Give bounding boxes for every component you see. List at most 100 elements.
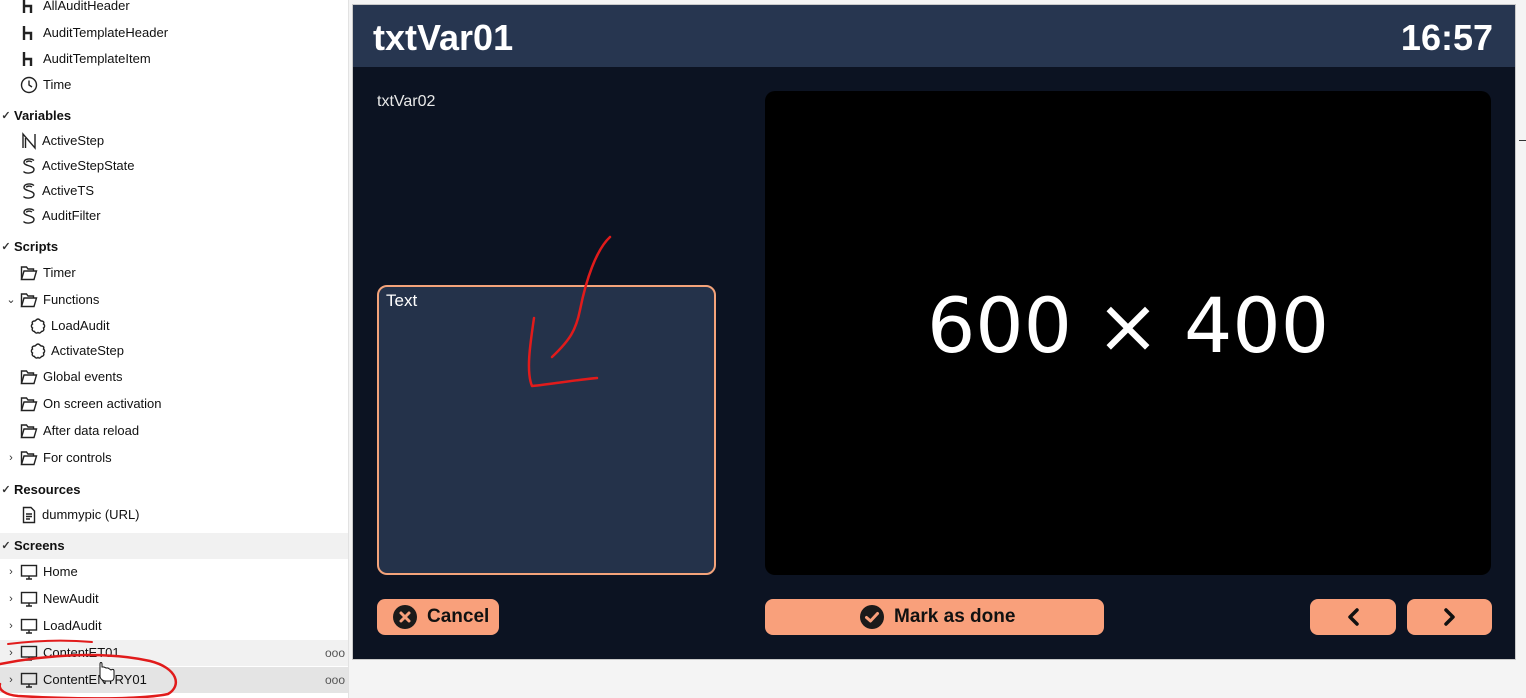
mark-as-done-label: Mark as done xyxy=(894,606,1016,627)
tree-item-screen-contententry01[interactable]: › ContentENTRY01 ooo xyxy=(0,667,348,693)
close-circle-icon xyxy=(393,605,417,629)
tree-item-label: Functions xyxy=(43,292,100,307)
tree-item-functions[interactable]: ⌄ Functions xyxy=(0,287,348,313)
tree-item-label: Home xyxy=(43,564,78,579)
tree-item-label: AllAuditHeader xyxy=(43,0,130,13)
section-variables[interactable]: ✓ Variables xyxy=(0,103,348,129)
tree-item-label: On screen activation xyxy=(43,396,162,411)
chevron-right-icon[interactable]: › xyxy=(5,586,17,612)
chevron-left-icon xyxy=(1348,608,1359,626)
h-icon xyxy=(20,0,38,15)
tree-item-screen-contentet01[interactable]: › ContentET01 ooo xyxy=(0,640,348,666)
tree-item-label: dummypic (URL) xyxy=(42,507,140,522)
tree-item-after-data-reload[interactable]: After data reload xyxy=(0,418,348,444)
tree-item-label: Global events xyxy=(43,369,123,384)
project-tree-panel: AllAuditHeader AuditTemplateHeader Audit… xyxy=(0,0,349,698)
tree-item-allauditheader[interactable]: AllAuditHeader xyxy=(0,0,348,19)
more-options-button[interactable]: ooo xyxy=(325,667,345,693)
tree-item-label: NewAudit xyxy=(43,591,99,606)
previous-button[interactable] xyxy=(1310,599,1396,635)
chevron-right-icon[interactable]: › xyxy=(5,613,17,639)
tree-item-dummypic[interactable]: dummypic (URL) xyxy=(0,502,348,528)
chevron-right-icon[interactable]: › xyxy=(5,667,17,693)
screen-preview: txtVar01 16:57 txtVar02 Text 600 × 400 C… xyxy=(352,4,1516,660)
tree-item-for-controls[interactable]: › For controls xyxy=(0,445,348,471)
mark-as-done-button[interactable]: Mark as done xyxy=(765,599,1104,635)
more-options-button[interactable]: ooo xyxy=(325,640,345,666)
tree-item-label: LoadAudit xyxy=(51,318,110,333)
section-screens[interactable]: ✓ Screens xyxy=(0,533,348,559)
chevron-down-icon[interactable]: ✓ xyxy=(0,477,12,503)
monitor-icon xyxy=(20,644,38,662)
tree-item-label: Timer xyxy=(43,265,76,280)
monitor-icon xyxy=(20,590,38,608)
tree-item-label: ActiveTS xyxy=(42,183,95,198)
tree-item-loadaudit-function[interactable]: LoadAudit xyxy=(0,313,348,339)
document-icon xyxy=(20,506,38,524)
folder-icon xyxy=(20,368,38,386)
n-icon xyxy=(20,132,38,150)
chevron-down-icon[interactable]: ✓ xyxy=(0,234,12,260)
tree-item-audittemplateheader[interactable]: AuditTemplateHeader xyxy=(0,20,348,46)
tree-item-activestep[interactable]: ActiveStep xyxy=(0,128,348,154)
tree-item-global-events[interactable]: Global events xyxy=(0,364,348,390)
chevron-right-icon[interactable]: › xyxy=(5,445,17,471)
tree-item-timer[interactable]: Timer xyxy=(0,260,348,286)
preview-title: txtVar01 xyxy=(373,17,514,58)
tree-item-activestepstate[interactable]: ActiveStepState xyxy=(0,153,348,179)
tree-item-auditfilter[interactable]: AuditFilter xyxy=(0,203,348,229)
tree-item-label: ContentENTRY01 xyxy=(43,672,147,687)
cancel-button[interactable]: Cancel xyxy=(377,599,499,635)
chevron-right-icon xyxy=(1444,608,1455,626)
next-button[interactable] xyxy=(1407,599,1492,635)
tree-item-time[interactable]: Time xyxy=(0,72,348,98)
preview-header: txtVar01 16:57 xyxy=(353,5,1515,67)
edge-tick xyxy=(1519,140,1526,141)
section-title: Scripts xyxy=(14,239,59,254)
section-title: Resources xyxy=(14,482,81,497)
monitor-icon xyxy=(20,671,38,689)
tree-item-on-screen-activation[interactable]: On screen activation xyxy=(0,391,348,417)
function-icon xyxy=(29,342,47,360)
tree-item-screen-loadaudit[interactable]: › LoadAudit xyxy=(0,613,348,639)
s-icon xyxy=(20,207,38,225)
tree-item-label: ActiveStepState xyxy=(42,158,135,173)
tree-item-label: ActivateStep xyxy=(51,343,124,358)
tree-item-label: LoadAudit xyxy=(43,618,102,633)
h-icon xyxy=(20,24,38,42)
section-resources[interactable]: ✓ Resources xyxy=(0,477,348,503)
tree-item-label: AuditTemplateItem xyxy=(43,51,151,66)
chevron-down-icon[interactable]: ✓ xyxy=(0,533,12,559)
image-placeholder-text: 600 × 400 xyxy=(926,281,1330,370)
chevron-right-icon[interactable]: › xyxy=(5,559,17,585)
chevron-right-icon[interactable]: › xyxy=(5,640,17,666)
folder-icon xyxy=(20,449,38,467)
folder-icon xyxy=(20,422,38,440)
section-title: Variables xyxy=(14,108,72,123)
tree-item-label: For controls xyxy=(43,450,112,465)
text-box-label: Text xyxy=(386,291,418,310)
tree-item-audittemplateitem[interactable]: AuditTemplateItem xyxy=(0,46,348,72)
tree-item-screen-home[interactable]: › Home xyxy=(0,559,348,585)
tree-item-activatestep[interactable]: ActivateStep xyxy=(0,338,348,364)
preview-clock: 16:57 xyxy=(1400,17,1493,58)
s-icon xyxy=(20,157,38,175)
tree-item-screen-newaudit[interactable]: › NewAudit xyxy=(0,586,348,612)
tree-item-label: AuditFilter xyxy=(42,208,101,223)
tree-item-label: ActiveStep xyxy=(42,133,105,148)
h-icon xyxy=(20,50,38,68)
chevron-down-icon[interactable]: ⌄ xyxy=(5,287,17,313)
tree-item-label: After data reload xyxy=(43,423,140,438)
clock-icon xyxy=(20,76,38,94)
text-input-box[interactable]: Text xyxy=(377,285,716,575)
tree-item-label: AuditTemplateHeader xyxy=(43,25,169,40)
folder-icon xyxy=(20,264,38,282)
monitor-icon xyxy=(20,563,38,581)
check-circle-icon xyxy=(860,605,884,629)
section-title: Screens xyxy=(14,538,65,553)
chevron-down-icon[interactable]: ✓ xyxy=(0,103,12,129)
section-scripts[interactable]: ✓ Scripts xyxy=(0,234,348,260)
folder-icon xyxy=(20,291,38,309)
tree-item-activets[interactable]: ActiveTS xyxy=(0,178,348,204)
tree-item-label: Time xyxy=(43,77,72,92)
